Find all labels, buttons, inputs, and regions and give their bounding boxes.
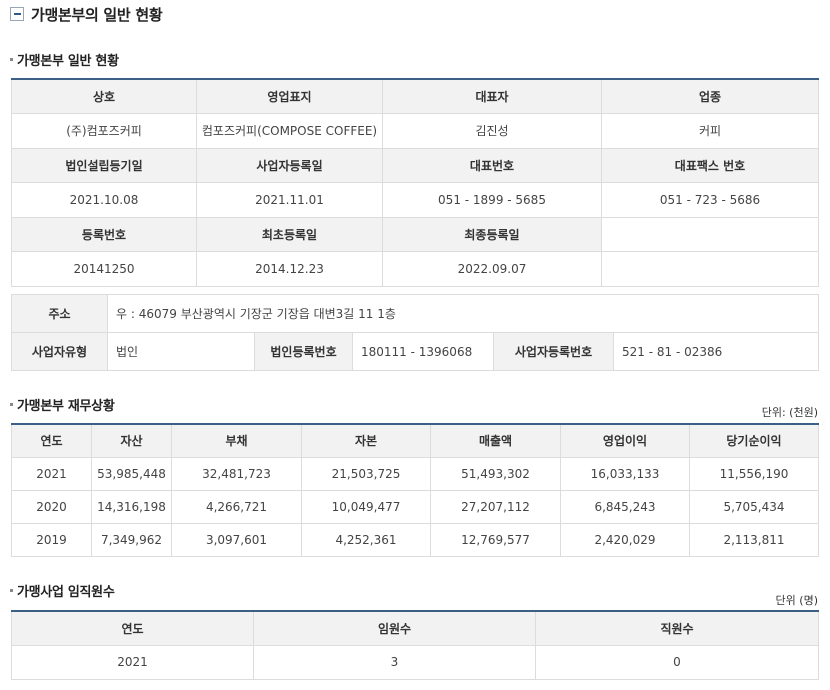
table-row: 2020 14,316,198 4,266,721 10,049,477 27,207,… — [11, 489, 819, 524]
table-cell: 10,049,477 — [301, 489, 431, 524]
table-cell: 051 - 1899 - 5685 — [382, 181, 602, 218]
table-cell: 4,266,721 — [171, 489, 302, 524]
table-row: 법인설립등기일 사업자등록일 대표번호 대표팩스 번호 — [11, 147, 819, 183]
table-row: 사업자유형 법인 법인등록번호 180111 - 1396068 사업자등록번호… — [11, 332, 820, 371]
table-cell: 53,985,448 — [91, 456, 172, 491]
table-header-cell: 영업이익 — [560, 423, 690, 458]
table-header-cell: 매출액 — [430, 423, 561, 458]
table-cell: 4,252,361 — [301, 522, 431, 557]
table-cell: 2021 — [11, 456, 92, 491]
table-header-cell: 임원수 — [253, 610, 536, 646]
table-header-row: 연도 임원수 직원수 — [11, 610, 819, 646]
table-row: 2021.10.08 2021.11.01 051 - 1899 - 5685 051… — [11, 181, 819, 218]
table-cell: 2022.09.07 — [382, 250, 602, 287]
table-cell: 2019 — [11, 522, 92, 557]
table-cell: 14,316,198 — [91, 489, 172, 524]
staff-table: 연도 임원수 직원수 2021 3 0 — [11, 610, 819, 680]
table-row: (주)컴포즈커피 컴포즈커피(COMPOSE COFFEE) 김진성 커피 — [11, 112, 819, 149]
table-cell: 2,113,811 — [689, 522, 819, 557]
table-cell: 컴포즈커피(COMPOSE COFFEE) — [196, 112, 383, 149]
table-header-cell: 연도 — [11, 423, 92, 458]
table-header-cell: 직원수 — [535, 610, 819, 646]
table-header-cell: 업종 — [601, 78, 819, 114]
table-row: 2021 3 0 — [11, 644, 819, 680]
finance-section-title: 가맹본부 재무상황 — [10, 395, 115, 414]
table-cell: 51,493,302 — [430, 456, 561, 491]
collapse-icon[interactable] — [10, 7, 24, 21]
table-cell: 27,207,112 — [430, 489, 561, 524]
page-title: 가맹본부의 일반 현황 — [31, 5, 163, 24]
general-section-title: 가맹본부 일반 현황 — [10, 50, 119, 69]
table-header-cell: 등록번호 — [11, 216, 197, 252]
bullet-icon — [10, 589, 13, 592]
table-cell: (주)컴포즈커피 — [11, 112, 197, 149]
table-cell: 21,503,725 — [301, 456, 431, 491]
table-header-cell: 대표자 — [382, 78, 602, 114]
table-header-cell — [601, 216, 819, 252]
staff-section-title: 가맹사업 임직원수 — [10, 581, 115, 600]
table-cell: 12,769,577 — [430, 522, 561, 557]
table-cell: 5,705,434 — [689, 489, 819, 524]
table-header-cell: 상호 — [11, 78, 197, 114]
address-table: 주소 우 : 46079 부산광역시 기장군 기장읍 대변3길 11 1층 사업… — [11, 294, 820, 371]
table-header-cell: 사업자등록일 — [196, 147, 383, 183]
table-cell: 0 — [535, 644, 819, 680]
general-info-table: 상호 영업표지 대표자 업종 (주)컴포즈커피 컴포즈커피(COMPOSE COFFEE)… — [11, 78, 819, 287]
table-row: 상호 영업표지 대표자 업종 — [11, 78, 819, 114]
table-cell: 32,481,723 — [171, 456, 302, 491]
table-header-cell: 자산 — [91, 423, 172, 458]
table-row: 20141250 2014.12.23 2022.09.07 — [11, 250, 819, 287]
biz-type-value: 법인 — [107, 332, 255, 371]
biz-reg-value: 521 - 81 - 02386 — [612, 332, 820, 371]
table-cell: 2014.12.23 — [196, 250, 383, 287]
table-cell: 20141250 — [11, 250, 197, 287]
table-header-cell: 최초등록일 — [196, 216, 383, 252]
table-cell: 커피 — [601, 112, 819, 149]
corp-reg-label: 법인등록번호 — [254, 332, 353, 371]
table-cell: 11,556,190 — [689, 456, 819, 491]
table-header-cell: 최종등록일 — [382, 216, 602, 252]
table-cell: 김진성 — [382, 112, 602, 149]
page-header: 가맹본부의 일반 현황 — [10, 4, 163, 24]
table-header-cell: 대표팩스 번호 — [601, 147, 819, 183]
table-cell: 2021.11.01 — [196, 181, 383, 218]
table-cell: 3 — [253, 644, 536, 680]
table-cell: 2,420,029 — [560, 522, 690, 557]
table-cell: 7,349,962 — [91, 522, 172, 557]
table-cell: 6,845,243 — [560, 489, 690, 524]
table-cell: 3,097,601 — [171, 522, 302, 557]
address-label: 주소 — [11, 294, 108, 333]
table-header-cell: 부채 — [171, 423, 302, 458]
bullet-icon — [10, 58, 13, 61]
table-header-cell: 법인설립등기일 — [11, 147, 197, 183]
bullet-icon — [10, 403, 13, 406]
table-row: 주소 우 : 46079 부산광역시 기장군 기장읍 대변3길 11 1층 — [11, 294, 820, 333]
table-row: 2021 53,985,448 32,481,723 21,503,725 51,493… — [11, 456, 819, 491]
address-value: 우 : 46079 부산광역시 기장군 기장읍 대변3길 11 1층 — [106, 294, 820, 333]
table-header-cell: 대표번호 — [382, 147, 602, 183]
table-row: 등록번호 최초등록일 최종등록일 — [11, 216, 819, 252]
table-cell: 051 - 723 - 5686 — [601, 181, 819, 218]
table-header-cell: 연도 — [11, 610, 254, 646]
table-cell: 16,033,133 — [560, 456, 690, 491]
table-header-cell: 당기순이익 — [689, 423, 819, 458]
table-cell: 2021.10.08 — [11, 181, 197, 218]
biz-type-label: 사업자유형 — [11, 332, 108, 371]
table-cell — [601, 250, 819, 287]
table-header-row: 연도 자산 부채 자본 매출액 영업이익 당기순이익 — [11, 423, 819, 458]
finance-unit-label: 단위: (천원) — [761, 406, 818, 419]
table-header-cell: 영업표지 — [196, 78, 383, 114]
table-cell: 2021 — [11, 644, 254, 680]
finance-table: 연도 자산 부채 자본 매출액 영업이익 당기순이익 2021 53,985,448 32,48… — [11, 423, 819, 557]
table-row: 2019 7,349,962 3,097,601 4,252,361 12,769,57… — [11, 522, 819, 557]
staff-unit-label: 단위 (명) — [775, 594, 818, 607]
table-cell: 2020 — [11, 489, 92, 524]
biz-reg-label: 사업자등록번호 — [493, 332, 614, 371]
corp-reg-value: 180111 - 1396068 — [352, 332, 494, 371]
table-header-cell: 자본 — [301, 423, 431, 458]
